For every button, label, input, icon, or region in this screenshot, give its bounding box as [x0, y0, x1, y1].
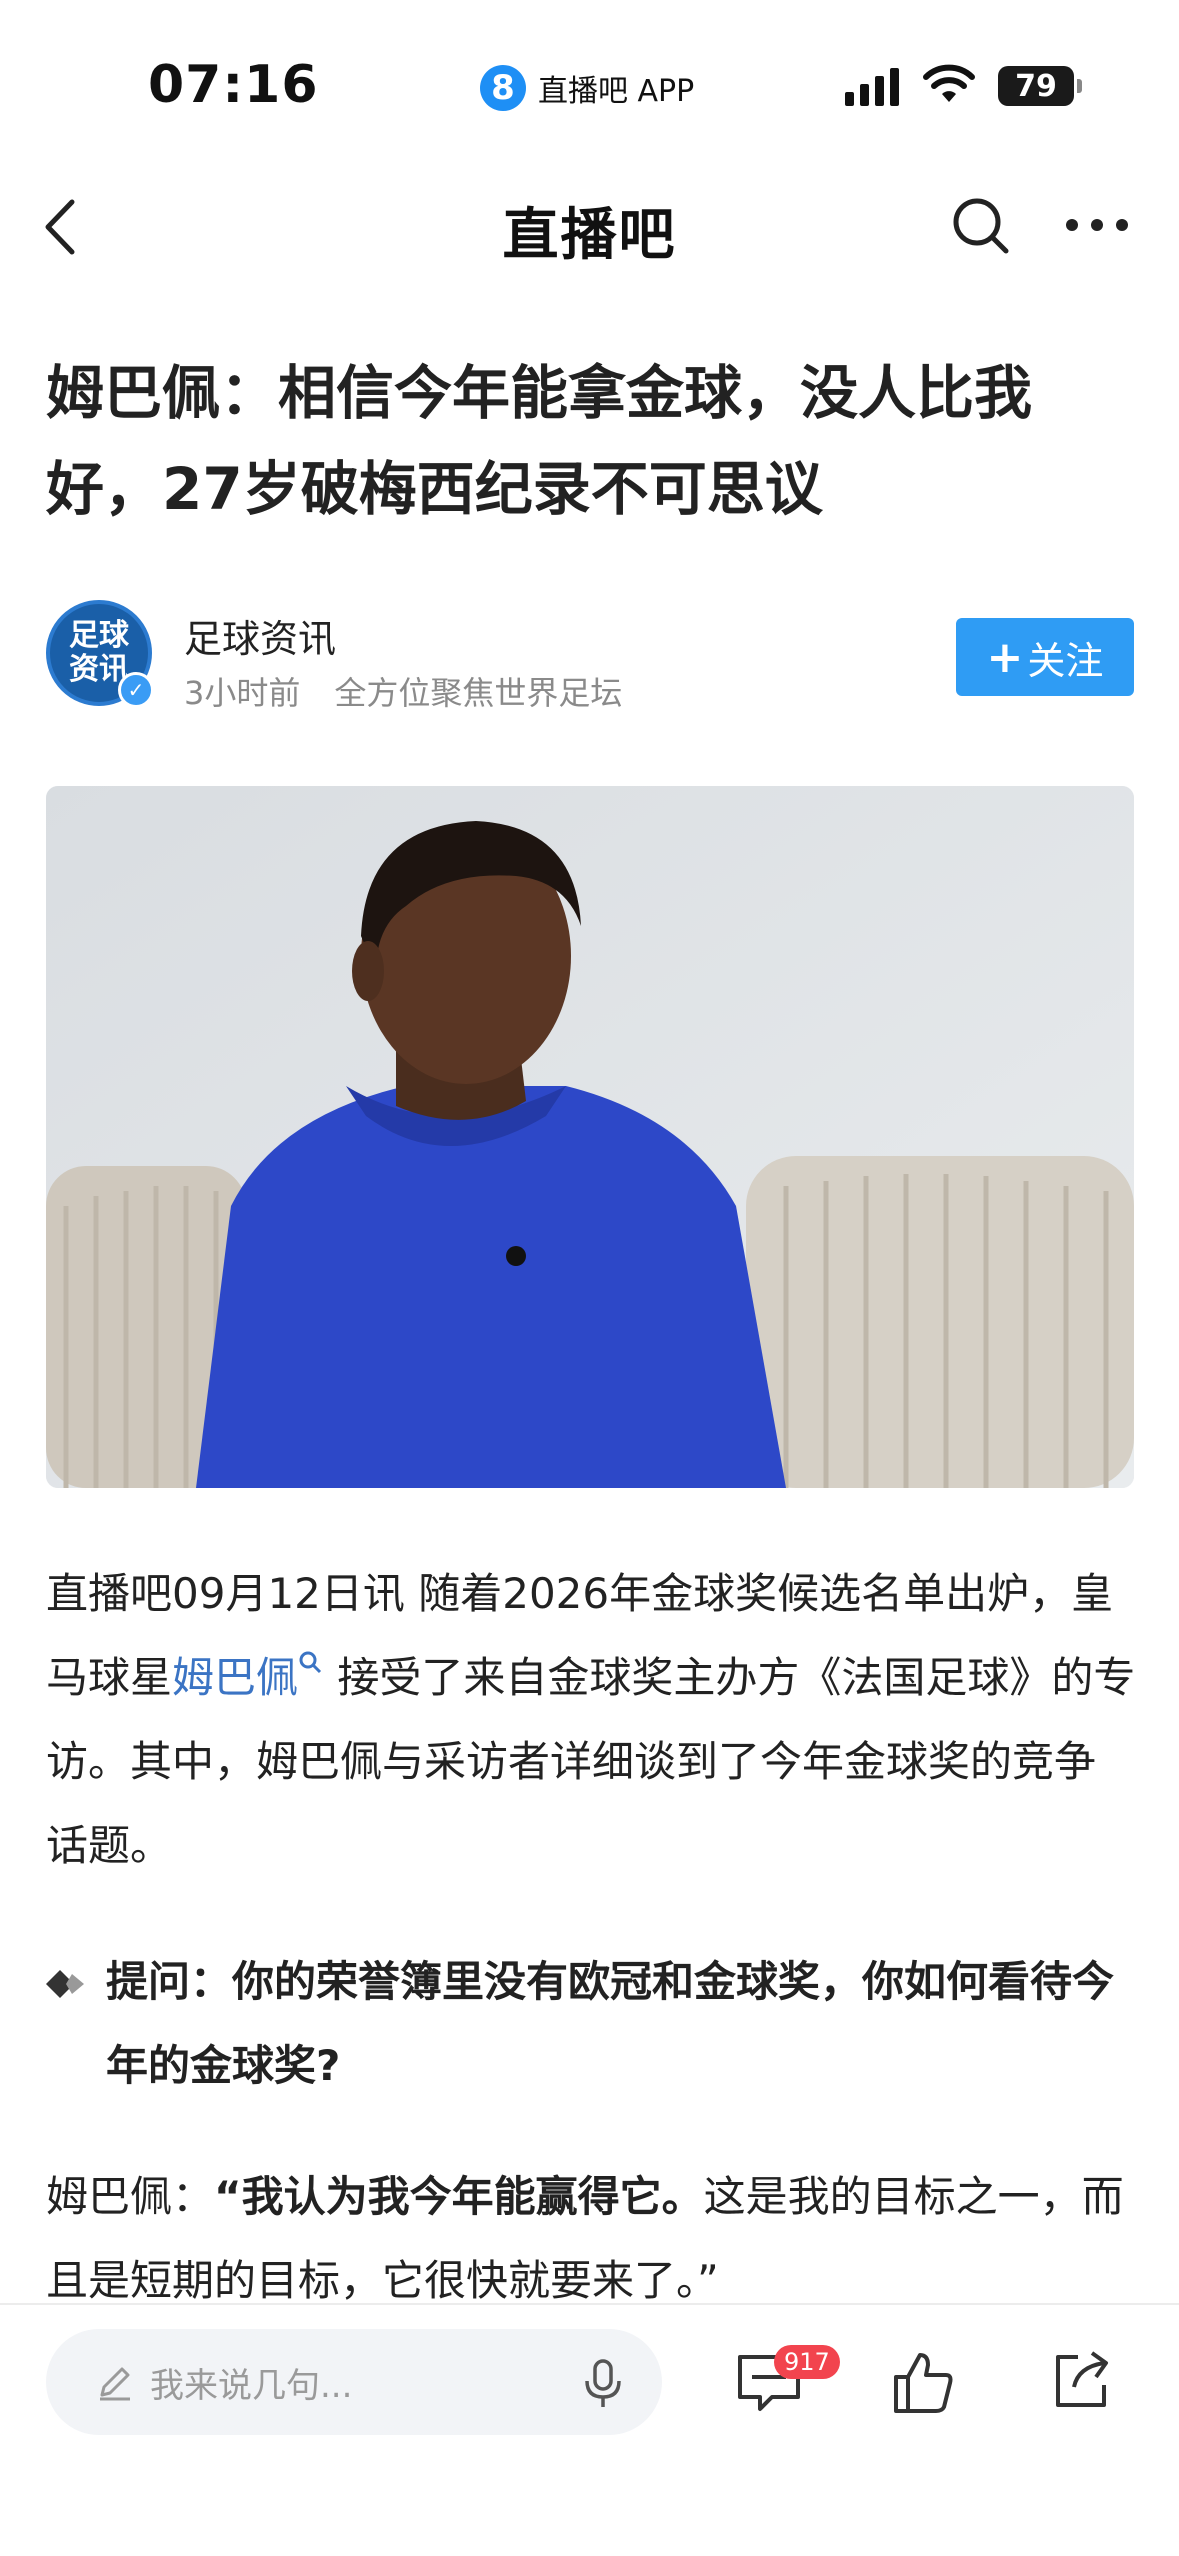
- interview-photo: [46, 786, 1134, 1488]
- search-icon[interactable]: [950, 195, 1012, 257]
- author-name[interactable]: 足球资讯: [184, 608, 336, 663]
- mention-text: 姆巴佩: [172, 1653, 299, 1702]
- thumbs-up-icon[interactable]: [890, 2349, 956, 2415]
- bottom-action-bar: 我来说几句... 917: [0, 2303, 1179, 2556]
- verified-check-icon: ✓: [118, 672, 154, 708]
- comment-input[interactable]: 我来说几句...: [46, 2329, 662, 2435]
- battery-indicator: 79: [998, 66, 1082, 106]
- player-mention-link[interactable]: 姆巴佩: [172, 1651, 324, 1702]
- plus-icon: +: [986, 631, 1024, 683]
- status-time: 07:16: [148, 55, 319, 115]
- speaker-label: 姆巴佩：: [46, 2172, 215, 2221]
- interview-question: 提问：你的荣誉簿里没有欧冠和金球奖，你如何看待今年的金球奖?: [46, 1940, 1136, 2108]
- post-time: 3小时前: [184, 674, 301, 712]
- avatar-text-line1: 足球: [69, 618, 129, 653]
- comment-placeholder: 我来说几句...: [150, 2365, 353, 2406]
- author-tagline: 全方位聚焦世界足坛: [334, 674, 623, 712]
- question-text: 提问：你的荣誉簿里没有欧冠和金球奖，你如何看待今年的金球奖?: [106, 1957, 1115, 2090]
- cellular-signal-icon: [845, 66, 899, 106]
- more-options-icon[interactable]: [1062, 210, 1132, 240]
- app-logo-icon: 8: [480, 65, 526, 111]
- diamond-bullet-icon: [46, 1970, 84, 1998]
- wifi-icon: [923, 64, 975, 102]
- microphone-icon[interactable]: [580, 2359, 626, 2409]
- app-name: 直播吧 APP: [538, 74, 695, 109]
- article-paragraph-2: 姆巴佩：“我认为我今年能赢得它。这是我的目标之一，而且是短期的目标，它很快就要来…: [46, 2155, 1136, 2323]
- follow-label: 关注: [1027, 638, 1104, 683]
- follow-button[interactable]: + 关注: [956, 618, 1134, 696]
- status-bar: 07:16 8 直播吧 APP 79: [0, 0, 1179, 170]
- quote-bold: “我认为我今年能赢得它。: [214, 2172, 704, 2221]
- author-meta: 3小时前 全方位聚焦世界足坛: [184, 668, 622, 714]
- article-headline: 姆巴佩：相信今年能拿金球，没人比我好，27岁破梅西纪录不可思议: [46, 359, 1033, 523]
- search-icon: [299, 1651, 322, 1674]
- article-paragraph-1: 直播吧09月12日讯 随着2026年金球奖候选名单出炉，皇马球星姆巴佩 接受了来…: [46, 1552, 1136, 1888]
- share-icon[interactable]: [1050, 2349, 1112, 2411]
- article-hero-image[interactable]: [46, 786, 1134, 1488]
- comment-count-badge: 917: [774, 2345, 840, 2379]
- pencil-icon: [100, 2367, 130, 2401]
- back-to-app-pill[interactable]: 8 直播吧 APP: [480, 62, 694, 114]
